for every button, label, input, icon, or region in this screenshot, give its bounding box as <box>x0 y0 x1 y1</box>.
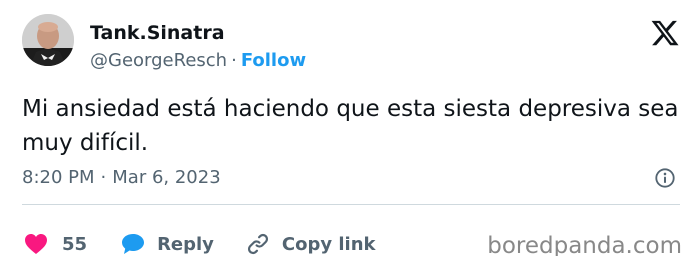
like-count: 55 <box>62 233 88 255</box>
x-logo-icon[interactable] <box>650 18 680 48</box>
divider <box>22 204 680 205</box>
handle-line: @GeorgeResch · Follow <box>90 49 306 73</box>
avatar-image <box>22 14 74 66</box>
tweet-card: Tank.Sinatra @GeorgeResch · Follow Mi ansi… <box>0 0 700 256</box>
watermark: boredpanda.com <box>487 233 682 256</box>
copy-link-label: Copy link <box>281 233 376 255</box>
copy-link-button[interactable]: Copy link <box>246 232 376 256</box>
tweet-text: Mi ansiedad está haciendo que esta siest… <box>22 96 679 156</box>
timestamp-separator: · <box>100 167 107 188</box>
reply-button[interactable]: Reply <box>121 233 214 255</box>
author-info: Tank.Sinatra @GeorgeResch · Follow <box>90 21 306 73</box>
display-name[interactable]: Tank.Sinatra <box>90 21 306 45</box>
link-icon <box>247 233 268 255</box>
follow-button[interactable]: Follow <box>241 50 306 71</box>
avatar[interactable] <box>22 14 74 66</box>
action-bar: 55 Reply Copy link <box>24 232 376 256</box>
like-button[interactable]: 55 <box>24 233 87 255</box>
heart-icon <box>25 234 47 254</box>
tweet-date: Mar 6, 2023 <box>112 167 221 188</box>
tweet-time: 8:20 PM <box>22 167 95 188</box>
user-handle[interactable]: @GeorgeResch <box>90 50 227 71</box>
reply-label: Reply <box>157 233 214 255</box>
tweet-timestamp[interactable]: 8:20 PM · Mar 6, 2023 <box>22 166 221 190</box>
info-icon[interactable] <box>654 167 676 189</box>
speech-bubble-icon <box>122 234 145 254</box>
handle-separator: · <box>231 50 237 71</box>
